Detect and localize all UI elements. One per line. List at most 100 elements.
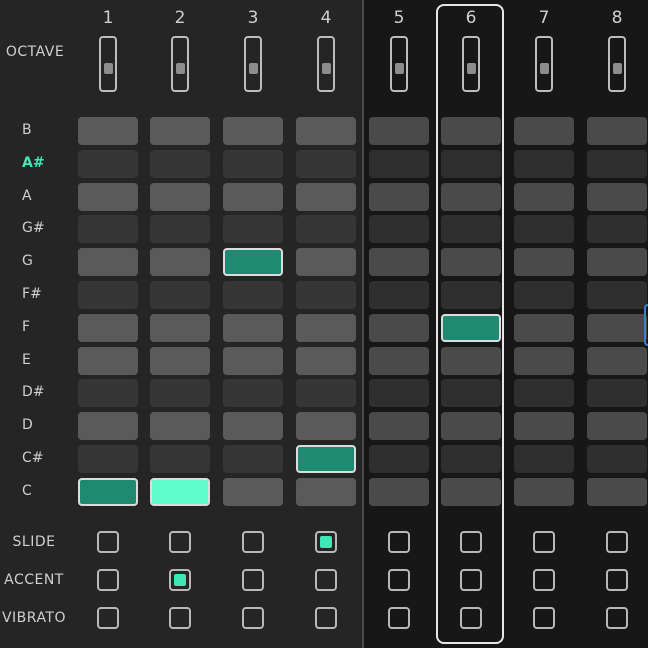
- note-cell-step-2-g-sharp[interactable]: [150, 215, 210, 244]
- note-cell-step-3-c[interactable]: [223, 477, 283, 506]
- note-cell-step-7-g-sharp[interactable]: [514, 215, 574, 244]
- note-cell-step-5-f[interactable]: [369, 313, 429, 342]
- note-cell-step-8-g-sharp[interactable]: [587, 215, 647, 244]
- note-cell-step-2-a[interactable]: [150, 182, 210, 211]
- note-cell-step-4-f[interactable]: [296, 313, 356, 342]
- note-cell-step-7-a-sharp[interactable]: [514, 149, 574, 178]
- octave-slider-knob[interactable]: [104, 63, 113, 74]
- note-cell-step-2-c-sharp[interactable]: [150, 445, 210, 473]
- note-cell-step-8-b[interactable]: [587, 117, 647, 145]
- note-cell-step-3-d[interactable]: [223, 412, 283, 441]
- note-cell-step-6-a[interactable]: [441, 182, 501, 211]
- note-cell-step-6-g[interactable]: [441, 248, 501, 277]
- note-cell-step-2-e[interactable]: [150, 346, 210, 375]
- note-cell-step-2-f-sharp[interactable]: [150, 281, 210, 309]
- note-cell-step-4-a-sharp[interactable]: [296, 149, 356, 178]
- note-cell-step-6-d-sharp[interactable]: [441, 379, 501, 408]
- note-cell-step-2-a-sharp[interactable]: [150, 149, 210, 178]
- note-cell-step-4-g-sharp[interactable]: [296, 215, 356, 244]
- octave-slider-step-6[interactable]: [462, 36, 480, 92]
- note-cell-step-6-d[interactable]: [441, 412, 501, 441]
- note-cell-step-6-a-sharp[interactable]: [441, 149, 501, 178]
- scroll-edge-marker[interactable]: [644, 304, 648, 346]
- slide-checkbox-step-4[interactable]: [315, 531, 337, 553]
- note-cell-step-2-c[interactable]: [150, 477, 210, 506]
- accent-checkbox-step-2[interactable]: [169, 569, 191, 591]
- note-cell-step-1-a[interactable]: [78, 182, 138, 211]
- slide-checkbox-step-2[interactable]: [169, 531, 191, 553]
- note-cell-step-1-f-sharp[interactable]: [78, 281, 138, 309]
- vibrato-checkbox-step-5[interactable]: [388, 607, 410, 629]
- accent-checkbox-step-6[interactable]: [460, 569, 482, 591]
- note-cell-step-2-d[interactable]: [150, 412, 210, 441]
- slide-checkbox-step-5[interactable]: [388, 531, 410, 553]
- note-cell-step-1-e[interactable]: [78, 346, 138, 375]
- note-cell-step-3-d-sharp[interactable]: [223, 379, 283, 408]
- note-cell-step-5-c[interactable]: [369, 477, 429, 506]
- slide-checkbox-step-8[interactable]: [606, 531, 628, 553]
- note-cell-step-4-d[interactable]: [296, 412, 356, 441]
- note-cell-step-4-a[interactable]: [296, 182, 356, 211]
- accent-checkbox-step-3[interactable]: [242, 569, 264, 591]
- note-cell-step-1-g-sharp[interactable]: [78, 215, 138, 244]
- octave-slider-knob[interactable]: [322, 63, 331, 74]
- slide-checkbox-step-1[interactable]: [97, 531, 119, 553]
- note-cell-step-8-a-sharp[interactable]: [587, 149, 647, 178]
- slide-checkbox-step-7[interactable]: [533, 531, 555, 553]
- note-cell-step-8-e[interactable]: [587, 346, 647, 375]
- note-cell-step-8-a[interactable]: [587, 182, 647, 211]
- note-cell-step-6-f-sharp[interactable]: [441, 281, 501, 309]
- note-cell-step-7-a[interactable]: [514, 182, 574, 211]
- note-cell-step-8-f[interactable]: [587, 313, 647, 342]
- octave-slider-step-2[interactable]: [171, 36, 189, 92]
- note-cell-step-3-f-sharp[interactable]: [223, 281, 283, 309]
- note-cell-step-3-c-sharp[interactable]: [223, 445, 283, 473]
- note-cell-step-7-d-sharp[interactable]: [514, 379, 574, 408]
- note-cell-step-1-d-sharp[interactable]: [78, 379, 138, 408]
- vibrato-checkbox-step-6[interactable]: [460, 607, 482, 629]
- note-cell-step-6-e[interactable]: [441, 346, 501, 375]
- vibrato-checkbox-step-1[interactable]: [97, 607, 119, 629]
- note-cell-step-7-g[interactable]: [514, 248, 574, 277]
- slide-checkbox-step-3[interactable]: [242, 531, 264, 553]
- note-cell-step-4-d-sharp[interactable]: [296, 379, 356, 408]
- note-cell-step-5-d[interactable]: [369, 412, 429, 441]
- note-cell-step-2-b[interactable]: [150, 117, 210, 145]
- note-cell-step-1-c[interactable]: [78, 477, 138, 506]
- note-cell-step-3-a-sharp[interactable]: [223, 149, 283, 178]
- note-cell-step-4-e[interactable]: [296, 346, 356, 375]
- note-cell-step-2-f[interactable]: [150, 313, 210, 342]
- octave-slider-knob[interactable]: [467, 63, 476, 74]
- note-cell-step-5-g-sharp[interactable]: [369, 215, 429, 244]
- note-cell-step-8-c[interactable]: [587, 477, 647, 506]
- accent-checkbox-step-1[interactable]: [97, 569, 119, 591]
- octave-slider-knob[interactable]: [540, 63, 549, 74]
- note-cell-step-1-f[interactable]: [78, 313, 138, 342]
- note-cell-step-3-g-sharp[interactable]: [223, 215, 283, 244]
- note-cell-step-4-c[interactable]: [296, 477, 356, 506]
- octave-slider-step-7[interactable]: [535, 36, 553, 92]
- accent-checkbox-step-7[interactable]: [533, 569, 555, 591]
- note-cell-step-6-c[interactable]: [441, 477, 501, 506]
- note-cell-step-5-e[interactable]: [369, 346, 429, 375]
- note-cell-step-4-g[interactable]: [296, 248, 356, 277]
- accent-checkbox-step-8[interactable]: [606, 569, 628, 591]
- note-cell-step-4-f-sharp[interactable]: [296, 281, 356, 309]
- note-cell-step-7-f[interactable]: [514, 313, 574, 342]
- note-cell-step-1-c-sharp[interactable]: [78, 445, 138, 473]
- note-cell-step-1-d[interactable]: [78, 412, 138, 441]
- note-cell-step-6-c-sharp[interactable]: [441, 445, 501, 473]
- octave-slider-step-1[interactable]: [99, 36, 117, 92]
- note-cell-step-3-b[interactable]: [223, 117, 283, 145]
- note-cell-step-7-e[interactable]: [514, 346, 574, 375]
- note-cell-step-5-b[interactable]: [369, 117, 429, 145]
- note-cell-step-2-d-sharp[interactable]: [150, 379, 210, 408]
- note-cell-step-6-b[interactable]: [441, 117, 501, 145]
- note-cell-step-3-a[interactable]: [223, 182, 283, 211]
- note-cell-step-4-b[interactable]: [296, 117, 356, 145]
- vibrato-checkbox-step-8[interactable]: [606, 607, 628, 629]
- octave-slider-step-3[interactable]: [244, 36, 262, 92]
- note-cell-step-5-c-sharp[interactable]: [369, 445, 429, 473]
- octave-slider-knob[interactable]: [176, 63, 185, 74]
- note-cell-step-6-g-sharp[interactable]: [441, 215, 501, 244]
